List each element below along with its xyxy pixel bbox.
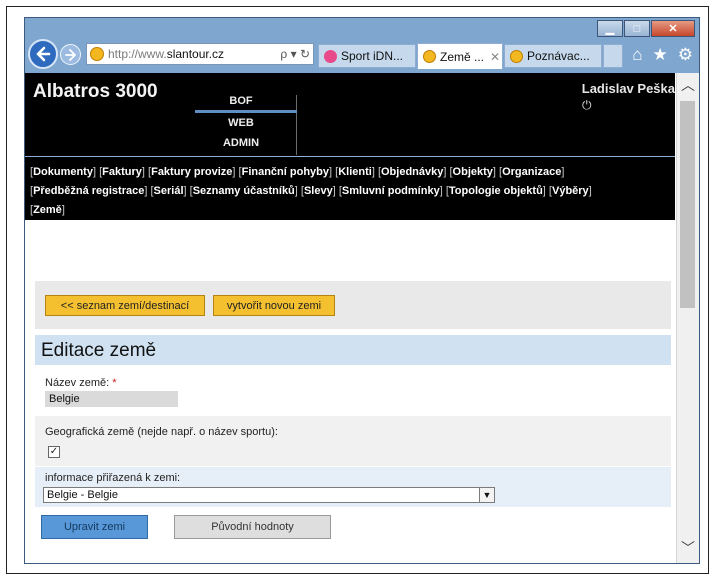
back-arrow-icon <box>36 46 51 62</box>
tab-favicon-icon <box>423 50 436 63</box>
menu-item-serial[interactable]: Seriál <box>154 185 184 197</box>
address-url: http://www.slantour.cz <box>108 47 225 61</box>
forward-button[interactable] <box>60 44 81 65</box>
tab-poznavaci[interactable]: Poznávac... <box>504 44 602 68</box>
menu-item-zeme[interactable]: Země <box>33 204 62 216</box>
reset-values-button[interactable]: Původní hodnoty <box>174 515 331 539</box>
tab-close-icon[interactable]: ✕ <box>490 50 500 64</box>
browser-navbar: http://www.slantour.cz ρ ▾ ↻ Sport iDN..… <box>25 36 699 72</box>
menu-item-objednavky[interactable]: Objednávky <box>381 166 443 178</box>
menu-item-dokumenty[interactable]: Dokumenty <box>33 166 93 178</box>
chevron-down-icon[interactable]: ▼ <box>479 488 494 502</box>
menu-item-faktury-provize[interactable]: Faktury provize <box>151 166 232 178</box>
info-field-label: informace přiřazená k zemi: <box>45 472 181 484</box>
scrollbar-thumb[interactable] <box>680 101 695 308</box>
web-page: Albatros 3000 Ladislav Peška ⏻ BOF WEB A… <box>25 73 675 563</box>
forward-arrow-icon <box>64 48 76 61</box>
back-to-list-button[interactable]: << seznam zemí/destinací <box>45 295 205 316</box>
logout-power-icon[interactable]: ⏻ <box>582 98 592 113</box>
name-field-label: Název země: * <box>45 377 117 389</box>
menu-item-predbezna-registrace[interactable]: Předběžná registrace <box>33 185 144 197</box>
app-title: Albatros 3000 <box>33 81 158 102</box>
tab-label: Sport iDN... <box>341 49 404 63</box>
new-tab-button[interactable] <box>603 44 623 68</box>
address-tools-icon[interactable]: ρ ▾ ↻ <box>280 47 313 61</box>
menu-item-klienti[interactable]: Klienti <box>338 166 372 178</box>
back-button[interactable] <box>28 39 58 69</box>
tab-favicon-icon <box>324 49 337 63</box>
menu-item-organizace[interactable]: Organizace <box>502 166 561 178</box>
close-button[interactable]: ✕ <box>651 20 695 37</box>
geo-checkbox[interactable]: ✓ <box>48 446 60 458</box>
menu-item-seznamy-ucastniku[interactable]: Seznamy účastníků <box>193 185 295 197</box>
menu-item-financni-pohyby[interactable]: Finanční pohyby <box>242 166 329 178</box>
tab-sport-idnes[interactable]: Sport iDN... <box>318 44 416 68</box>
app-header: Albatros 3000 Ladislav Peška ⏻ BOF WEB A… <box>25 73 675 220</box>
menu-item-slevy[interactable]: Slevy <box>304 185 333 197</box>
main-menu: [Dokumenty] [Faktury] [Faktury provize] … <box>30 166 592 216</box>
required-mark: * <box>112 377 117 389</box>
tab-label: Poznávac... <box>527 49 590 63</box>
tab-zeme[interactable]: Země ... ✕ <box>417 43 503 69</box>
menu-item-smluvni-podminky[interactable]: Smluvní podmínky <box>342 185 440 197</box>
scroll-up-icon[interactable]: ︿ <box>677 75 699 95</box>
update-country-button[interactable]: Upravit zemi <box>41 515 148 539</box>
module-tabs: BOF WEB ADMIN <box>189 95 297 155</box>
module-tab-admin[interactable]: ADMIN <box>189 137 293 149</box>
action-toolbar: << seznam zemí/destinací vytvořit novou … <box>35 281 671 329</box>
module-tab-bof[interactable]: BOF <box>189 95 293 107</box>
vertical-scrollbar[interactable]: ︿ ﹀ <box>676 73 699 563</box>
module-tab-web[interactable]: WEB <box>189 117 293 129</box>
info-select-value: Belgie - Belgie <box>47 489 118 501</box>
geo-field-label: Geografická země (nejde např. o název sp… <box>45 426 278 438</box>
header-divider <box>25 156 675 157</box>
browser-tools: ⌂ ★ ⚙ <box>632 45 693 65</box>
site-favicon-icon <box>90 47 104 61</box>
tab-favicon-icon <box>510 49 523 63</box>
menu-item-topologie-objektu[interactable]: Topologie objektů <box>449 185 543 197</box>
menu-item-faktury[interactable]: Faktury <box>102 166 142 178</box>
address-bar[interactable]: http://www.slantour.cz ρ ▾ ↻ <box>86 43 314 65</box>
geo-field-row <box>35 416 671 466</box>
minimize-button[interactable]: ▁ <box>597 20 623 37</box>
user-name[interactable]: Ladislav Peška <box>582 81 675 96</box>
create-country-button[interactable]: vytvořit novou zemi <box>213 295 335 316</box>
country-name-input[interactable]: Belgie <box>45 391 178 407</box>
info-select[interactable]: Belgie - Belgie ▼ <box>43 487 495 503</box>
browser-window: ▁ □ ✕ http://www.slantour.cz ρ ▾ ↻ Sport… <box>24 17 700 564</box>
home-icon[interactable]: ⌂ <box>632 45 642 65</box>
menu-item-objekty[interactable]: Objekty <box>453 166 493 178</box>
settings-gear-icon[interactable]: ⚙ <box>678 45 693 65</box>
active-module-indicator <box>195 110 297 113</box>
page-viewport: Albatros 3000 Ladislav Peška ⏻ BOF WEB A… <box>25 73 699 563</box>
scroll-down-icon[interactable]: ﹀ <box>677 538 699 558</box>
form-heading: Editace země <box>35 335 671 365</box>
favorites-star-icon[interactable]: ★ <box>653 45 668 65</box>
menu-item-vybery[interactable]: Výběry <box>552 185 589 197</box>
maximize-button[interactable]: □ <box>624 20 650 37</box>
window-controls: ▁ □ ✕ <box>597 20 695 37</box>
tab-label: Země ... <box>440 49 485 64</box>
